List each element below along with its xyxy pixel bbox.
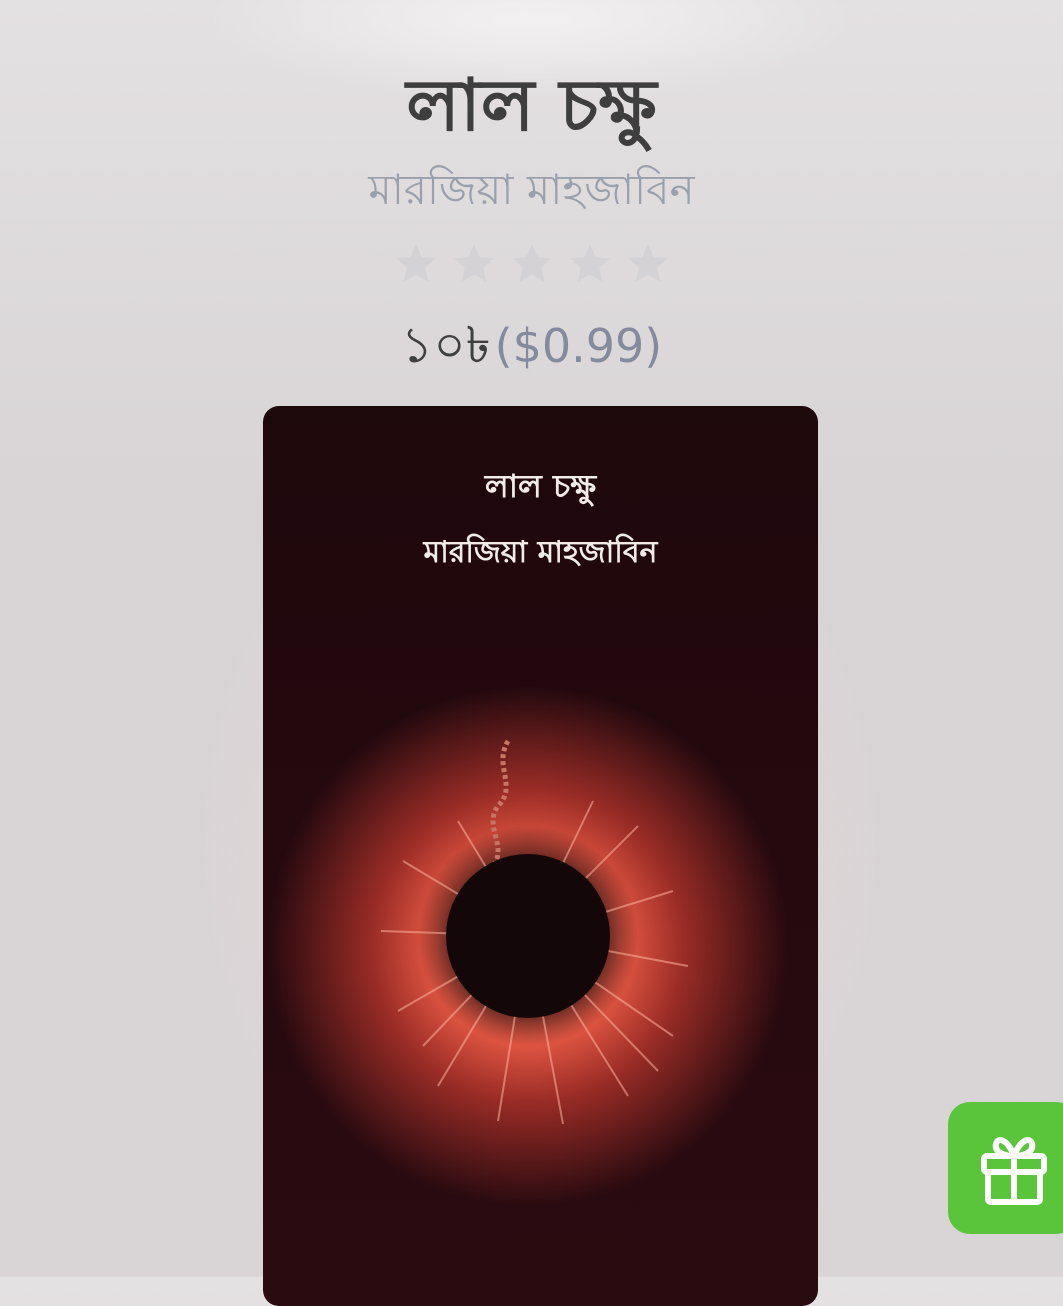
gift-button[interactable] bbox=[948, 1102, 1063, 1234]
star-icon[interactable] bbox=[450, 240, 498, 288]
price-local: ১০৳ bbox=[400, 316, 491, 374]
price: ১০৳($0.99) bbox=[0, 312, 1063, 390]
gift-icon bbox=[981, 1137, 1047, 1205]
cover-author: মারজিয়া মাহজাবিন bbox=[423, 535, 658, 570]
star-icon[interactable] bbox=[392, 240, 440, 288]
star-icon[interactable] bbox=[508, 240, 556, 288]
star-icon[interactable] bbox=[566, 240, 614, 288]
price-usd: ($0.99) bbox=[494, 319, 663, 373]
cover-title: লাল চক্ষু bbox=[484, 467, 597, 505]
book-cover-image[interactable]: লাল চক্ষু মারজিয়া মাহজাবিন bbox=[263, 406, 818, 1306]
book-author-link[interactable]: মারজিয়া মাহজাবিন bbox=[0, 160, 1063, 220]
book-title: লাল চক্ষু bbox=[406, 63, 657, 147]
rating-stars[interactable] bbox=[0, 240, 1063, 288]
star-icon[interactable] bbox=[624, 240, 672, 288]
